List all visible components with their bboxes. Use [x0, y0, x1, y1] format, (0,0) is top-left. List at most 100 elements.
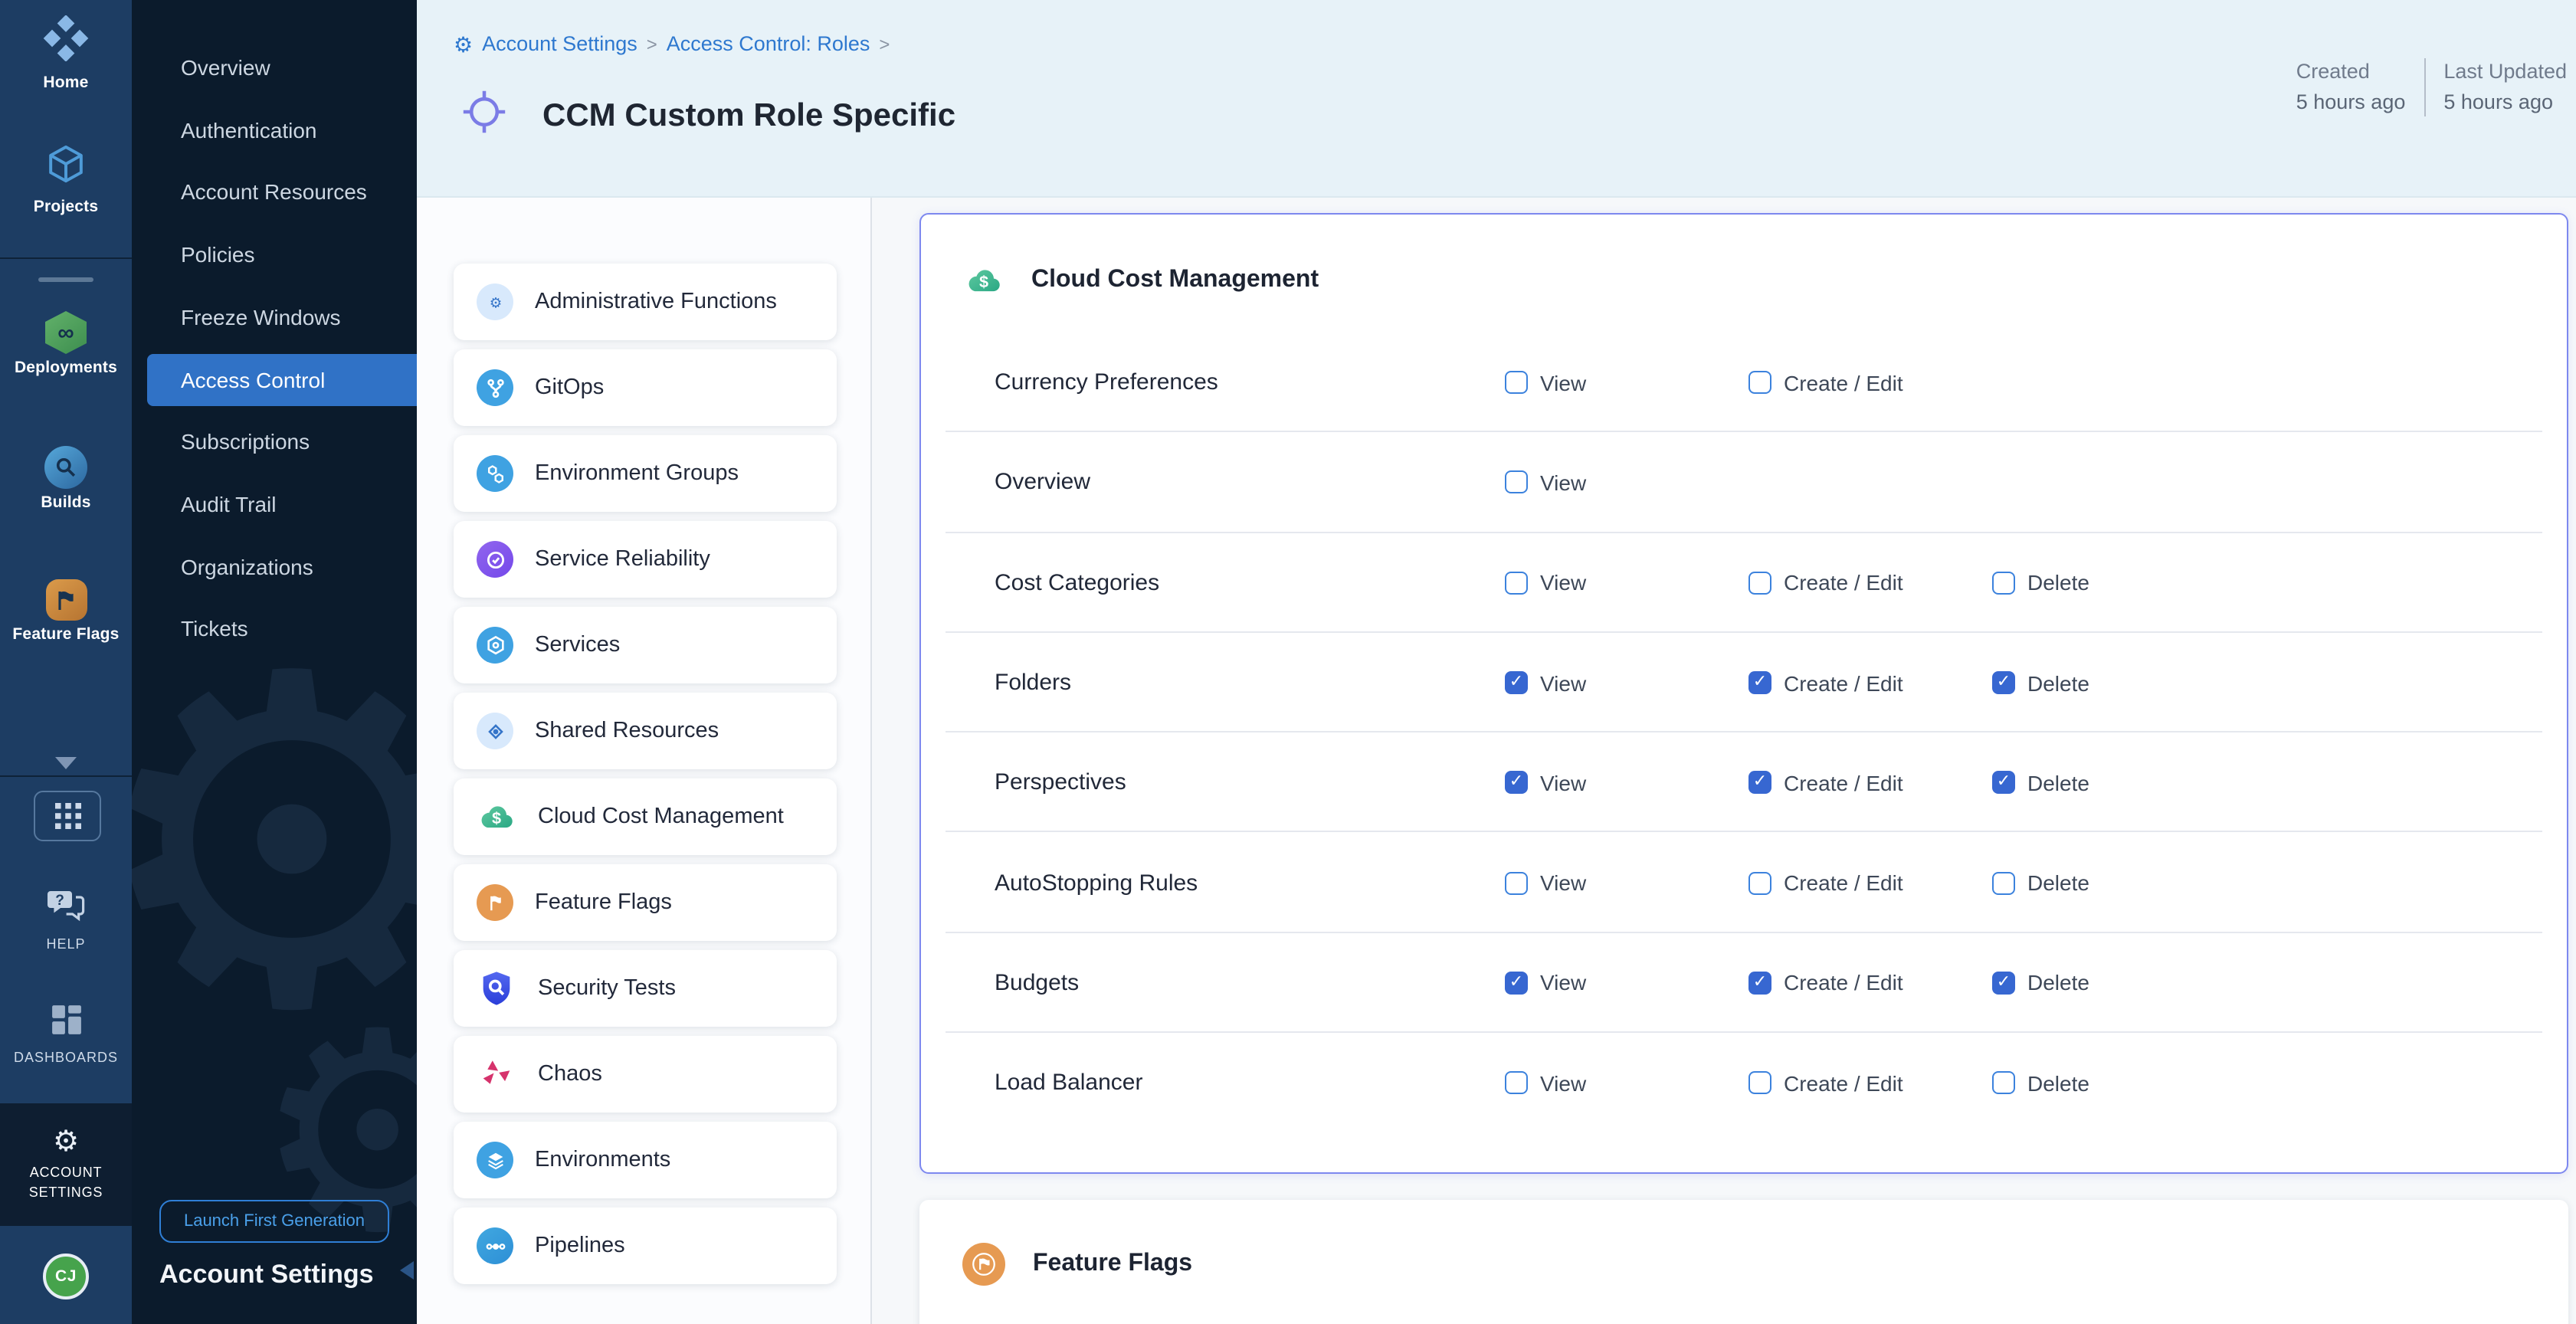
view-checkbox[interactable] [1505, 371, 1528, 394]
permission-cell-create-edit: ✓Create / Edit [1748, 670, 1903, 695]
chaos-icon [477, 1054, 516, 1094]
projects-cube-icon [44, 143, 87, 193]
launch-first-generation-button[interactable]: Launch First Generation [159, 1200, 389, 1243]
pipelines-icon [477, 1227, 513, 1264]
permission-row-cost-categories: Cost CategoriesViewCreate / EditDelete [921, 533, 2567, 633]
create-edit-checkbox[interactable] [1748, 871, 1771, 894]
settings-nav-item-policies[interactable]: Policies [132, 228, 401, 280]
sidebar-item-feature-flags[interactable]: Feature Flags [0, 579, 132, 644]
view-checkbox[interactable]: ✓ [1505, 772, 1528, 795]
checkbox-label: Create / Edit [1784, 570, 1903, 595]
gitops-icon [477, 369, 513, 406]
deployments-infinity-icon: ∞ [43, 311, 89, 354]
delete-checkbox[interactable]: ✓ [1992, 972, 2015, 995]
category-label: Cloud Cost Management [538, 805, 784, 829]
checkbox-label: Delete [2027, 570, 2089, 595]
settings-nav-item-access-control[interactable]: Access Control [147, 353, 417, 405]
checkbox-label: Delete [2027, 870, 2089, 895]
sidebar-item-label: Deployments [15, 359, 117, 377]
delete-checkbox[interactable] [1992, 571, 2015, 594]
created-meta: Created 5 hours ago [2296, 58, 2406, 116]
settings-nav-item-account-resources[interactable]: Account Resources [132, 166, 401, 218]
delete-checkbox[interactable] [1992, 1071, 2015, 1094]
sidebar-dash-divider [38, 277, 93, 282]
category-card-pipelines[interactable]: Pipelines [454, 1208, 837, 1284]
permission-name: Currency Preferences [995, 333, 1218, 433]
category-card-service-reliability[interactable]: Service Reliability [454, 521, 837, 598]
delete-checkbox[interactable] [1992, 871, 2015, 894]
create-edit-checkbox[interactable]: ✓ [1748, 772, 1771, 795]
category-card-shared-resources[interactable]: Shared Resources [454, 693, 837, 769]
apps-grid-icon [54, 803, 80, 829]
category-label: Services [535, 633, 620, 657]
permission-cell-create-edit: Create / Edit [1748, 370, 1903, 395]
sidebar-item-label: DASHBOARDS [14, 1050, 118, 1065]
last-updated-meta: Last Updated 5 hours ago [2443, 58, 2567, 116]
sidebar-item-label: ACCOUNT [30, 1165, 103, 1181]
settings-nav-item-audit-trail[interactable]: Audit Trail [132, 478, 401, 530]
sidebar-item-deployments[interactable]: ∞ Deployments [0, 311, 132, 377]
category-card-security-tests[interactable]: Security Tests [454, 950, 837, 1027]
sidebar-item-label: Home [43, 74, 88, 92]
settings-nav-item-organizations[interactable]: Organizations [132, 540, 401, 592]
feature-flags-panel: Feature Flags [919, 1200, 2568, 1324]
category-label: GitOps [535, 375, 604, 400]
permission-row-overview: OverviewView [921, 433, 2567, 533]
breadcrumb-account-settings[interactable]: Account Settings [482, 32, 637, 55]
create-edit-checkbox[interactable] [1748, 371, 1771, 394]
delete-checkbox[interactable]: ✓ [1992, 671, 2015, 694]
category-card-services[interactable]: Services [454, 607, 837, 683]
permission-cell-view: ✓View [1505, 771, 1586, 795]
feature-flags-icon [962, 1243, 1005, 1286]
create-edit-checkbox[interactable]: ✓ [1748, 972, 1771, 995]
view-checkbox[interactable]: ✓ [1505, 671, 1528, 694]
collapse-nav-icon[interactable] [400, 1261, 414, 1280]
environments-icon [477, 1142, 513, 1178]
category-card-environment-groups[interactable]: Environment Groups [454, 435, 837, 512]
settings-nav-item-subscriptions[interactable]: Subscriptions [132, 415, 401, 467]
create-edit-checkbox[interactable]: ✓ [1748, 671, 1771, 694]
create-edit-checkbox[interactable] [1748, 1071, 1771, 1094]
module-picker-button[interactable] [34, 791, 101, 841]
sidebar-item-builds[interactable]: Builds [0, 446, 132, 512]
svg-text:$: $ [492, 808, 501, 828]
category-card-gitops[interactable]: GitOps [454, 349, 837, 426]
breadcrumb-access-control-roles[interactable]: Access Control: Roles [667, 32, 870, 55]
sidebar-item-account-settings[interactable]: ⚙ ACCOUNT SETTINGS [0, 1103, 132, 1226]
category-card-chaos[interactable]: Chaos [454, 1036, 837, 1113]
breadcrumb-separator: > [647, 33, 657, 54]
category-card-environments[interactable]: Environments [454, 1122, 837, 1198]
sidebar-item-projects[interactable]: Projects [0, 143, 132, 216]
category-card-administrative-functions[interactable]: ⚙Administrative Functions [454, 264, 837, 340]
create-edit-checkbox[interactable] [1748, 571, 1771, 594]
role-meta: Created 5 hours ago Last Updated 5 hours… [2296, 58, 2567, 116]
environment-groups-icon [477, 455, 513, 492]
settings-nav-item-overview[interactable]: Overview [132, 41, 401, 93]
category-card-feature-flags[interactable]: Feature Flags [454, 864, 837, 941]
sidebar-item-help[interactable]: ? HELP [0, 889, 132, 952]
checkbox-label: Delete [2027, 971, 2089, 995]
gear-icon: ⚙ [53, 1128, 79, 1157]
sidebar-item-dashboards[interactable]: DASHBOARDS [0, 1004, 132, 1065]
settings-nav-item-authentication[interactable]: Authentication [132, 103, 401, 156]
settings-nav-item-tickets[interactable]: Tickets [132, 603, 401, 655]
delete-checkbox[interactable]: ✓ [1992, 772, 2015, 795]
view-checkbox[interactable] [1505, 571, 1528, 594]
view-checkbox[interactable]: ✓ [1505, 972, 1528, 995]
view-checkbox[interactable] [1505, 471, 1528, 494]
checkbox-label: Delete [2027, 1070, 2089, 1095]
avatar[interactable]: CJ [43, 1254, 89, 1299]
category-label: Shared Resources [535, 719, 719, 743]
sidebar-item-home[interactable]: Home [0, 15, 132, 92]
permission-cell-delete: ✓ Delete [1992, 971, 2089, 995]
view-checkbox[interactable] [1505, 871, 1528, 894]
resource-category-list: ⚙Administrative Functions GitOps Environme… [417, 198, 870, 1324]
settings-nav-item-freeze-windows[interactable]: Freeze Windows [132, 291, 401, 343]
checkbox-label: Create / Edit [1784, 870, 1903, 895]
panel-header: Feature Flags [962, 1243, 1192, 1286]
category-card-cloud-cost-management[interactable]: $ Cloud Cost Management [454, 778, 837, 855]
chevron-down-icon[interactable] [55, 757, 77, 769]
view-checkbox[interactable] [1505, 1071, 1528, 1094]
permission-cell-delete: Delete [1992, 1070, 2089, 1095]
cloud-cost-management-panel: $ Cloud Cost Management Currency Prefere… [919, 213, 2568, 1174]
